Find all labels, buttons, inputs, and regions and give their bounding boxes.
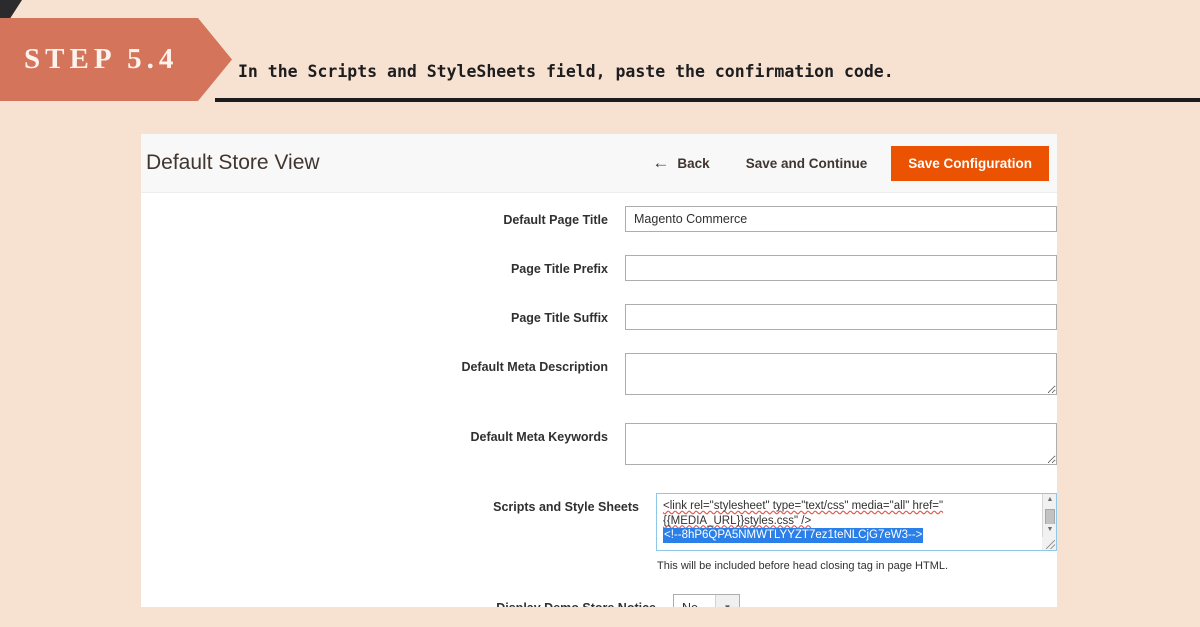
field-row-page-title-suffix: Page Title Suffix: [141, 304, 1057, 330]
field-label-page-title-suffix: Page Title Suffix: [510, 311, 608, 325]
page-title-prefix-input[interactable]: [625, 255, 1057, 281]
banner-underline: [215, 98, 1200, 102]
selected-confirmation-code: <!--8hP6QPA5NMWTLYYZT7ez1teNLCjG7eW3-->: [663, 528, 924, 543]
scripts-and-style-sheets-textarea[interactable]: <link rel="stylesheet" type="text/css" m…: [656, 493, 1057, 551]
field-control-default-meta-keywords: [625, 423, 1057, 470]
chevron-down-icon[interactable]: ▼: [715, 595, 739, 607]
back-button[interactable]: ← Back: [634, 153, 727, 172]
instruction-banner: STEP 5.4 In the Scripts and StyleSheets …: [0, 0, 1200, 102]
default-meta-description-textarea[interactable]: [625, 353, 1057, 395]
configuration-form: Default Page Title Page Title Prefix Pag…: [141, 193, 1057, 607]
save-and-continue-button[interactable]: Save and Continue: [728, 156, 886, 171]
field-control-scripts-and-style-sheets: <link rel="stylesheet" type="text/css" m…: [656, 493, 1057, 572]
scroll-down-icon[interactable]: ▼: [1043, 524, 1056, 537]
header-actions: ← Back Save and Continue Save Configurat…: [634, 134, 1057, 193]
panel-header: Default Store View ← Back Save and Conti…: [141, 134, 1057, 193]
scripts-helper-text: This will be included before head closin…: [657, 560, 949, 572]
field-row-scripts-and-style-sheets: Scripts and Style Sheets <link rel="styl…: [141, 493, 1057, 572]
display-demo-store-notice-select[interactable]: No ▼: [673, 594, 740, 607]
field-row-default-page-title: Default Page Title: [141, 206, 1057, 232]
scripts-code-line-2: {{MEDIA_URL}}styles.css" />: [663, 514, 812, 527]
display-demo-store-notice-value: No: [674, 595, 715, 608]
magento-admin-panel: Default Store View ← Back Save and Conti…: [141, 134, 1057, 607]
back-button-label: Back: [677, 156, 710, 171]
field-label-display-demo-store-notice: Display Demo Store Notice: [141, 594, 673, 607]
page-title-suffix-input[interactable]: [625, 304, 1057, 330]
page-title: Default Store View: [146, 151, 320, 174]
field-label-scripts-and-style-sheets: Scripts and Style Sheets: [493, 500, 639, 514]
field-label-default-meta-description: Default Meta Description: [461, 360, 608, 374]
field-control-page-title-suffix: [625, 304, 1057, 330]
field-control-display-demo-store-notice: No ▼: [673, 594, 740, 607]
field-row-display-demo-store-notice: Display Demo Store Notice No ▼: [141, 594, 1057, 607]
scroll-up-icon[interactable]: ▲: [1043, 494, 1056, 507]
arrow-left-icon: ←: [652, 153, 670, 172]
field-control-default-page-title: [625, 206, 1057, 232]
textarea-resize-handle[interactable]: [1042, 537, 1056, 550]
save-configuration-button[interactable]: Save Configuration: [891, 146, 1049, 181]
field-label-default-page-title: Default Page Title: [503, 213, 608, 227]
field-row-default-meta-keywords: Default Meta Keywords: [141, 423, 1057, 470]
step-badge-label: STEP 5.4: [24, 43, 179, 75]
scripts-code-line-3: <!--8hP6QPA5NMWTLYYZT7ez1teNLCjG7eW3-->: [663, 528, 1050, 543]
field-row-default-meta-description: Default Meta Description: [141, 353, 1057, 400]
default-page-title-input[interactable]: [625, 206, 1057, 232]
field-row-page-title-prefix: Page Title Prefix: [141, 255, 1057, 281]
instruction-text: In the Scripts and StyleSheets field, pa…: [238, 62, 894, 81]
step-badge: STEP 5.4: [0, 18, 232, 101]
field-label-default-meta-keywords: Default Meta Keywords: [470, 430, 608, 444]
field-control-page-title-prefix: [625, 255, 1057, 281]
field-label-page-title-prefix: Page Title Prefix: [510, 262, 608, 276]
default-meta-keywords-textarea[interactable]: [625, 423, 1057, 465]
scripts-code-line-1: <link rel="stylesheet" type="text/css" m…: [663, 500, 944, 512]
field-control-default-meta-description: [625, 353, 1057, 400]
